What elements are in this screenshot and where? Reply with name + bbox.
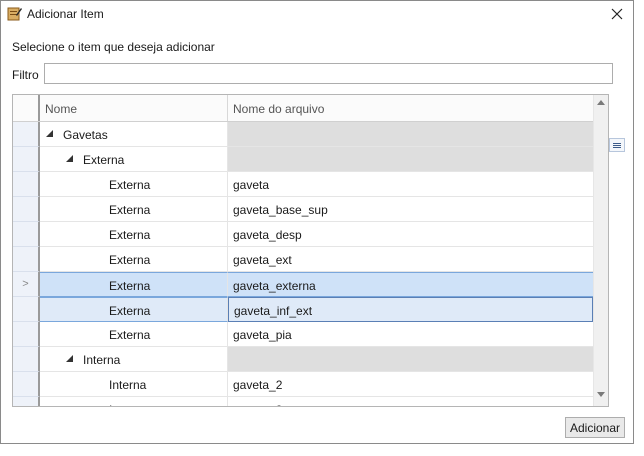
cell-nome[interactable]: Externa [40, 197, 228, 222]
expanded-triangle-icon[interactable] [66, 155, 73, 162]
scroll-up-arrow-icon[interactable] [597, 100, 605, 105]
cell-nome-do-arquivo-text: gaveta_3 [233, 403, 282, 406]
cell-nome-text: Externa [109, 304, 151, 318]
cell-nome[interactable]: Externa [40, 322, 228, 347]
vertical-scrollbar[interactable] [593, 95, 608, 406]
cell-nome-do-arquivo-text: gaveta_base_sup [233, 203, 328, 217]
cell-nome-do-arquivo[interactable]: gaveta_2 [228, 372, 593, 397]
row-header[interactable] [13, 397, 40, 406]
cell-nome-text: Interna [109, 403, 146, 406]
row-header[interactable] [13, 147, 40, 172]
cell-nome-do-arquivo[interactable]: gaveta [228, 172, 593, 197]
cell-nome-do-arquivo-text: gaveta_pia [233, 328, 292, 342]
row-header[interactable] [13, 222, 40, 247]
title-bar: Adicionar Item [1, 1, 633, 27]
grid-corner [13, 95, 40, 121]
cell-nome[interactable]: Interna [40, 397, 228, 406]
cell-nome-do-arquivo[interactable] [228, 347, 593, 372]
column-header-label: Nome [45, 102, 78, 116]
cell-nome[interactable]: Externa [40, 222, 228, 247]
cell-nome[interactable]: Externa [40, 147, 228, 172]
cell-nome[interactable]: Gavetas [40, 122, 228, 147]
grid-header: Nome Nome do arquivo [13, 95, 608, 122]
row-header[interactable]: > [13, 272, 40, 297]
close-icon [611, 8, 623, 20]
app-edit-icon [7, 7, 22, 21]
row-header[interactable] [13, 247, 40, 272]
column-header-nome-do-arquivo[interactable]: Nome do arquivo [228, 95, 593, 121]
tree-group-row[interactable]: Externa [13, 147, 593, 172]
table-row[interactable]: Externa gaveta_base_sup [13, 197, 593, 222]
cell-nome[interactable]: Externa [40, 297, 228, 322]
cell-nome-do-arquivo[interactable]: gaveta_externa [228, 272, 593, 297]
cell-nome-do-arquivo[interactable] [228, 122, 593, 147]
cell-nome-text: Gavetas [63, 128, 108, 142]
cell-nome-do-arquivo[interactable]: gaveta_inf_ext [228, 297, 593, 322]
table-row[interactable]: Externa gaveta_desp [13, 222, 593, 247]
tree-group-row[interactable]: Interna [13, 347, 593, 372]
window-title: Adicionar Item [27, 7, 104, 21]
cell-nome[interactable]: Externa [40, 247, 228, 272]
cell-nome-text: Externa [109, 228, 151, 242]
expanded-triangle-icon[interactable] [46, 130, 53, 137]
cell-nome-text: Externa [109, 178, 151, 192]
close-button[interactable] [601, 2, 633, 26]
cell-nome-text: Externa [109, 328, 151, 342]
cell-nome-do-arquivo-text: gaveta_2 [233, 378, 283, 392]
add-item-dialog: Adicionar Item Selecione o item que dese… [0, 0, 634, 444]
table-row[interactable]: Interna gaveta_2 [13, 372, 593, 397]
items-grid: Nome Nome do arquivo Gavetas Externa Exter… [12, 94, 609, 407]
cell-nome-do-arquivo[interactable]: gaveta_3 [228, 397, 593, 406]
cell-nome-do-arquivo-text: gaveta_inf_ext [234, 304, 313, 318]
table-row[interactable]: > Externa gaveta_externa [13, 272, 593, 297]
row-header[interactable] [13, 297, 40, 322]
grid-rows: Gavetas Externa Externa gaveta Externa gaveta… [13, 122, 593, 406]
cell-nome-text: Externa [109, 203, 151, 217]
add-button[interactable]: Adicionar [565, 417, 625, 438]
row-header[interactable] [13, 172, 40, 197]
cell-nome-text: Externa [83, 153, 125, 167]
expanded-triangle-icon[interactable] [66, 355, 73, 362]
row-header[interactable] [13, 347, 40, 372]
cell-nome-do-arquivo-text: gaveta_desp [233, 228, 302, 242]
cell-nome[interactable]: Externa [40, 272, 228, 297]
column-header-nome[interactable]: Nome [40, 95, 228, 121]
cell-nome[interactable]: Externa [40, 172, 228, 197]
cell-nome-do-arquivo-text: gaveta_ext [233, 253, 292, 267]
row-header[interactable] [13, 122, 40, 147]
cell-nome-text: Interna [109, 378, 147, 392]
tree-group-row[interactable]: Gavetas [13, 122, 593, 147]
cell-nome-do-arquivo[interactable] [228, 147, 593, 172]
column-header-label: Nome do arquivo [233, 102, 325, 116]
scroll-down-arrow-icon[interactable] [597, 392, 605, 397]
cell-nome-do-arquivo-text: gaveta_externa [233, 279, 316, 293]
cell-nome-do-arquivo[interactable]: gaveta_pia [228, 322, 593, 347]
row-header[interactable] [13, 322, 40, 347]
row-header[interactable] [13, 372, 40, 397]
filter-label: Filtro [12, 68, 39, 82]
cell-nome-text: Interna [83, 353, 121, 367]
cell-nome-text: Externa [109, 279, 151, 293]
row-header[interactable] [13, 197, 40, 222]
cell-nome[interactable]: Interna [40, 347, 228, 372]
table-row[interactable]: Externa gaveta [13, 172, 593, 197]
table-row[interactable]: Interna gaveta_3 [13, 397, 593, 406]
instructions-text: Selecione o item que deseja adicionar [12, 40, 215, 54]
cell-nome-do-arquivo[interactable]: gaveta_ext [228, 247, 593, 272]
cell-nome-text: Externa [109, 253, 151, 267]
table-row[interactable]: Externa gaveta_inf_ext [13, 297, 593, 322]
cell-nome-do-arquivo[interactable]: gaveta_base_sup [228, 197, 593, 222]
current-row-indicator: > [22, 278, 29, 290]
column-chooser-icon[interactable] [609, 138, 625, 152]
cell-nome-do-arquivo-text: gaveta [233, 178, 270, 192]
cell-nome[interactable]: Interna [40, 372, 228, 397]
cell-nome-do-arquivo[interactable]: gaveta_desp [228, 222, 593, 247]
table-row[interactable]: Externa gaveta_ext [13, 247, 593, 272]
table-row[interactable]: Externa gaveta_pia [13, 322, 593, 347]
filter-input[interactable] [44, 63, 613, 84]
